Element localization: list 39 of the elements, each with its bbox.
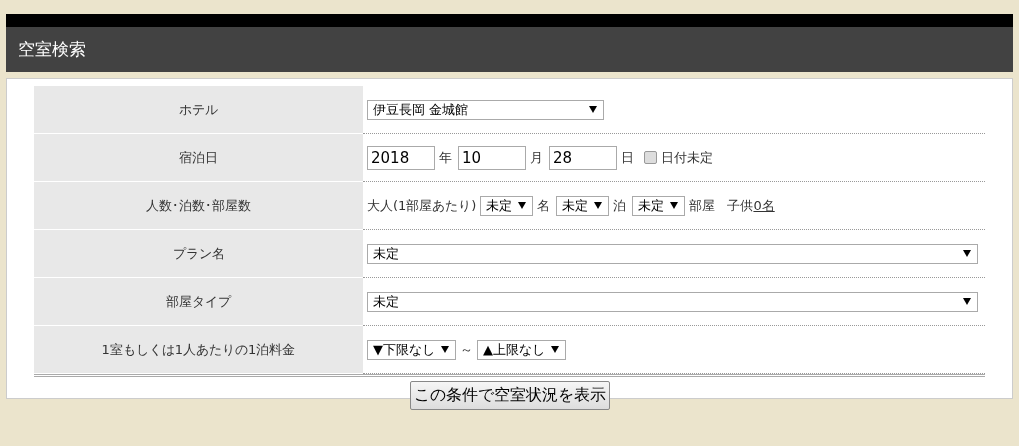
field-label: 子供 (727, 196, 754, 215)
input-field[interactable]: 2018 (367, 145, 435, 170)
dropdown[interactable]: 伊豆長岡 金城館 (367, 99, 604, 120)
unit-label: 年 (439, 148, 452, 167)
dropdown[interactable]: ▲上限なし (477, 339, 566, 360)
row-label: 1室もしくは1人あたりの1泊料金 (34, 326, 363, 374)
page-title: 空室検索 (18, 38, 86, 61)
child-count-link[interactable]: 0名 (753, 196, 775, 215)
caret-icon (963, 298, 971, 305)
input-field[interactable]: 10 (458, 145, 526, 170)
row-label: ホテル (34, 86, 363, 134)
dropdown[interactable]: 未定 (480, 195, 534, 216)
caret-icon (441, 346, 449, 353)
row-label: 宿泊日 (34, 134, 363, 182)
dropdown[interactable]: 未定 (632, 195, 686, 216)
caret-icon (551, 346, 559, 353)
unit-label: 名 (537, 196, 551, 215)
unit-label: 日 (621, 148, 634, 167)
caret-icon (589, 106, 597, 113)
unit-label: 部屋 (689, 196, 716, 215)
checkbox[interactable] (644, 151, 657, 164)
caret-icon (963, 250, 971, 257)
caret-icon (594, 202, 603, 209)
unit-label: 泊 (613, 196, 627, 215)
submit-button[interactable]: この条件で空室状況を表示 (409, 381, 610, 410)
range-separator: ～ (460, 340, 473, 359)
checkbox-label: 日付未定 (661, 148, 713, 167)
dropdown[interactable]: 未定 (367, 243, 978, 264)
unit-label: 月 (530, 148, 543, 167)
dropdown[interactable]: 未定 (556, 195, 610, 216)
dropdown[interactable]: ▼下限なし (367, 339, 456, 360)
dropdown[interactable]: 未定 (367, 291, 978, 312)
caret-icon (670, 202, 679, 209)
caret-icon (518, 202, 527, 209)
row-label: 人数･泊数･部屋数 (34, 182, 363, 230)
row-label: プラン名 (34, 230, 363, 278)
field-label: 大人(1部屋あたり) (367, 196, 477, 215)
row-label: 部屋タイプ (34, 278, 363, 326)
input-field[interactable]: 28 (549, 145, 617, 170)
